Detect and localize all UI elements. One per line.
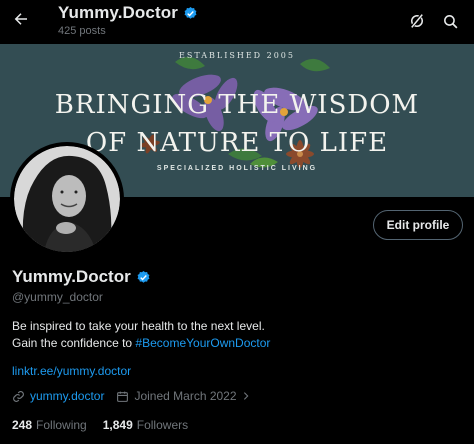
followers-count: 1,849 bbox=[102, 418, 133, 432]
followers-link[interactable]: 1,849 Followers bbox=[103, 418, 188, 432]
avatar-photo bbox=[14, 146, 120, 252]
profile-link[interactable]: linktr.ee/yummy.doctor bbox=[12, 364, 131, 378]
verified-badge-icon[interactable] bbox=[136, 270, 151, 285]
bio-hashtag-link[interactable]: #BecomeYourOwnDoctor bbox=[135, 336, 270, 350]
followers-label: Followers bbox=[136, 418, 189, 432]
calendar-icon bbox=[117, 391, 129, 402]
bio-line-1: Be inspired to take your health to the n… bbox=[12, 319, 265, 333]
profile-handle: @yummy_doctor bbox=[12, 290, 103, 304]
header-title: Yummy.Doctor bbox=[58, 3, 178, 22]
top-header: Yummy.Doctor 425 posts bbox=[0, 0, 474, 42]
following-count: 248 bbox=[12, 418, 33, 432]
back-button[interactable] bbox=[8, 6, 34, 32]
bio-line-2: Gain the confidence to #BecomeYourOwnDoc… bbox=[12, 335, 270, 352]
edit-profile-button[interactable]: Edit profile bbox=[373, 210, 463, 240]
profile-name-row: Yummy.Doctor bbox=[12, 267, 151, 287]
profile-website-link[interactable]: yummy.doctor bbox=[30, 389, 104, 403]
grok-icon bbox=[410, 14, 423, 28]
following-label: Following bbox=[36, 418, 87, 432]
banner-headline-line1: BRINGING THE WISDOM bbox=[54, 90, 420, 120]
search-icon bbox=[443, 14, 457, 28]
post-count: 425 posts bbox=[58, 25, 106, 37]
profile-bio: Be inspired to take your health to the n… bbox=[12, 318, 270, 352]
profile-meta: yummy.doctor Joined March 2022 bbox=[12, 389, 251, 403]
search-button[interactable] bbox=[438, 9, 462, 33]
grok-button[interactable] bbox=[405, 9, 429, 33]
profile-stats: 248 Following 1,849 Followers bbox=[12, 418, 188, 432]
arrow-left-icon bbox=[14, 13, 27, 25]
link-icon bbox=[13, 390, 24, 402]
following-link[interactable]: 248 Following bbox=[12, 418, 87, 432]
profile-name: Yummy.Doctor bbox=[12, 267, 131, 286]
profile-joined-date[interactable]: Joined March 2022 bbox=[134, 389, 236, 403]
header-title-block: Yummy.Doctor 425 posts bbox=[58, 3, 198, 37]
verified-badge-icon bbox=[184, 6, 197, 19]
chevron-right-icon[interactable] bbox=[241, 391, 251, 401]
bio-line-2-text: Gain the confidence to bbox=[12, 336, 136, 350]
banner-established: ESTABLISHED 2005 bbox=[179, 51, 295, 60]
profile-avatar[interactable] bbox=[10, 142, 124, 256]
